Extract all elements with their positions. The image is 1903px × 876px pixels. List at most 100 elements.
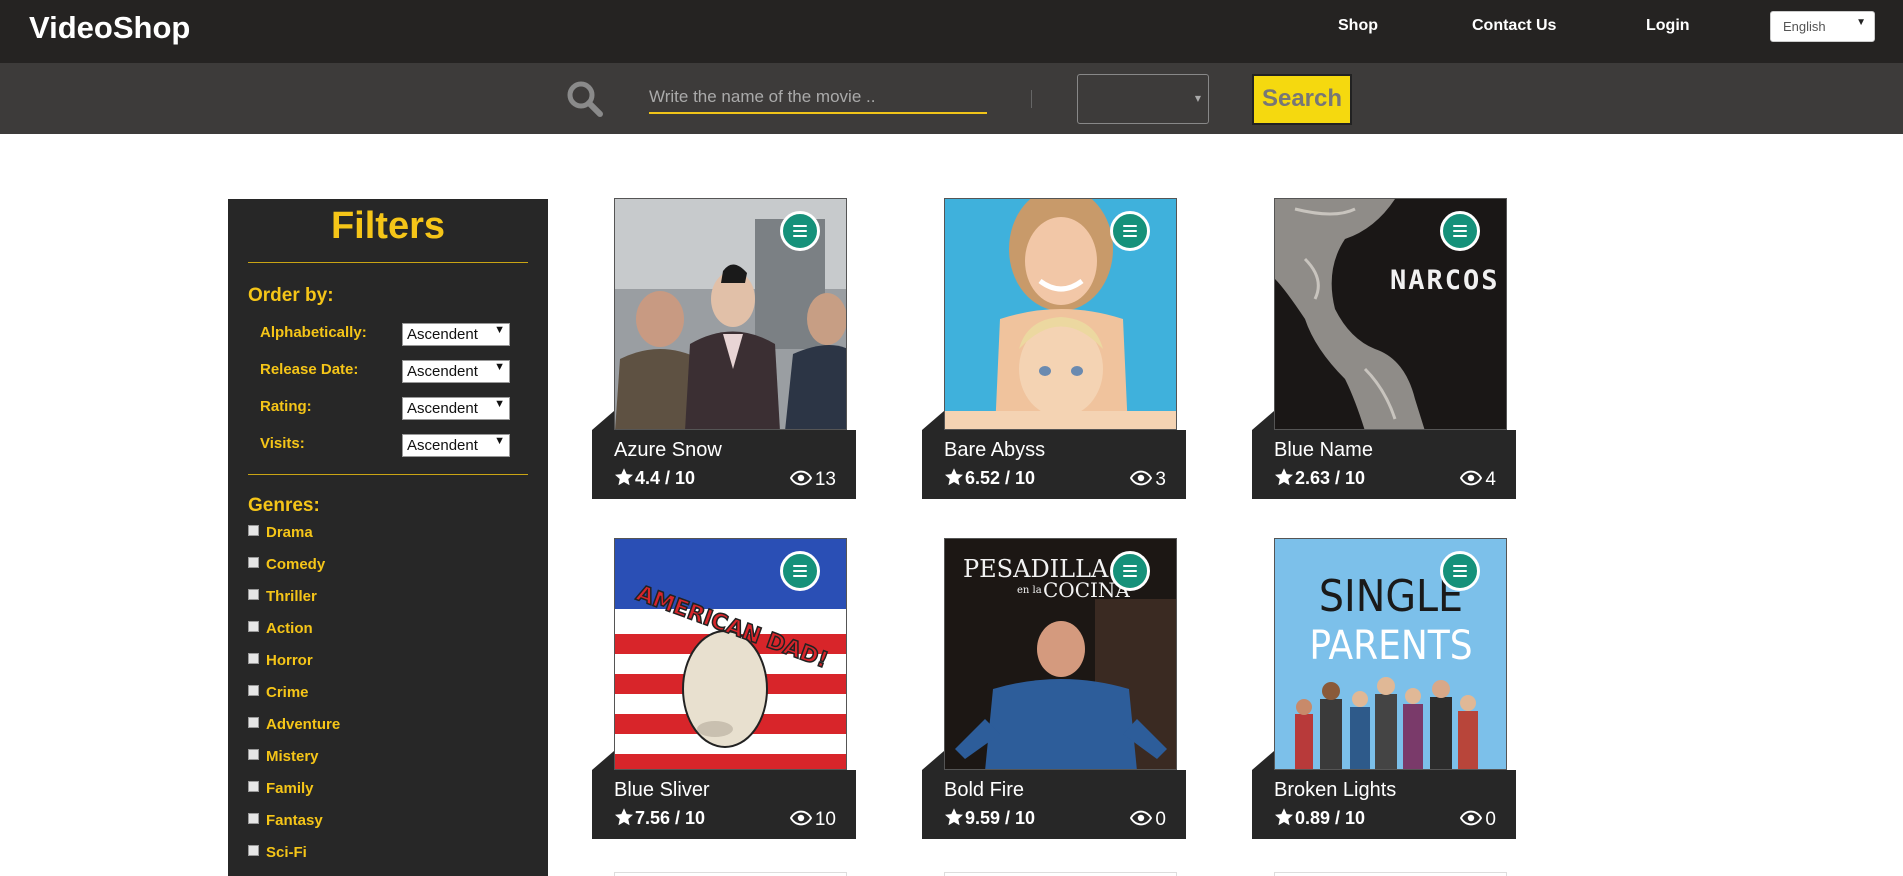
checkbox[interactable] bbox=[248, 813, 259, 824]
checkbox[interactable] bbox=[248, 685, 259, 696]
divider bbox=[248, 474, 528, 475]
movie-rating: 2.63 / 10 bbox=[1274, 467, 1365, 489]
star-icon bbox=[944, 467, 964, 487]
card-notch bbox=[592, 751, 614, 770]
genre-label: Crime bbox=[266, 684, 309, 701]
movie-title[interactable]: Blue Sliver bbox=[614, 779, 710, 802]
movie-title[interactable]: Azure Snow bbox=[614, 439, 722, 462]
eye-icon bbox=[1130, 810, 1152, 826]
order-select-value: Ascendent bbox=[407, 400, 478, 417]
movie-card[interactable]: SINGLE PARENTS Broken Lights 0.89 / 10 0 bbox=[1252, 538, 1516, 839]
views-count: 4 bbox=[1485, 469, 1496, 490]
caret-down-icon: ▼ bbox=[494, 324, 505, 336]
order-select-rating[interactable]: Ascendent ▼ bbox=[402, 397, 510, 420]
checkbox[interactable] bbox=[248, 557, 259, 568]
nav-shop[interactable]: Shop bbox=[1338, 17, 1378, 35]
movie-rating: 6.52 / 10 bbox=[944, 467, 1035, 489]
search-icon[interactable] bbox=[565, 79, 605, 119]
movie-poster[interactable] bbox=[614, 198, 847, 430]
movie-poster[interactable]: SINGLE PARENTS bbox=[1274, 538, 1507, 770]
eye-icon bbox=[1460, 470, 1482, 486]
divider bbox=[248, 262, 528, 263]
card-menu-button[interactable] bbox=[1440, 551, 1480, 591]
card-menu-button[interactable] bbox=[780, 211, 820, 251]
nav-contact-us[interactable]: Contact Us bbox=[1472, 17, 1556, 35]
genre-mistery[interactable]: Mistery bbox=[248, 748, 319, 765]
card-notch bbox=[592, 411, 614, 430]
nav-login[interactable]: Login bbox=[1646, 17, 1690, 35]
order-select-release-date[interactable]: Ascendent ▼ bbox=[402, 360, 510, 383]
card-menu-button[interactable] bbox=[1110, 551, 1150, 591]
genre-action[interactable]: Action bbox=[248, 620, 313, 637]
movie-card-partial bbox=[614, 872, 847, 876]
order-label-release-date: Release Date: bbox=[260, 361, 359, 378]
movie-card-partial bbox=[944, 872, 1177, 876]
language-select[interactable]: English ▼ bbox=[1770, 11, 1875, 42]
card-info: Bold Fire 9.59 / 10 0 bbox=[922, 770, 1186, 839]
checkbox[interactable] bbox=[248, 525, 259, 536]
card-menu-button[interactable] bbox=[1440, 211, 1480, 251]
caret-down-icon: ▼ bbox=[1856, 17, 1866, 28]
movie-card[interactable]: Bare Abyss 6.52 / 10 3 bbox=[922, 198, 1186, 499]
movie-title[interactable]: Bold Fire bbox=[944, 779, 1024, 802]
card-info: Blue Name 2.63 / 10 4 bbox=[1252, 430, 1516, 499]
genre-fantasy[interactable]: Fantasy bbox=[248, 812, 323, 829]
category-select[interactable]: ▼ bbox=[1077, 74, 1209, 124]
movie-poster[interactable]: PESADILLA en la COCINA bbox=[944, 538, 1177, 770]
movie-title[interactable]: Bare Abyss bbox=[944, 439, 1045, 462]
checkbox[interactable] bbox=[248, 845, 259, 856]
checkbox[interactable] bbox=[248, 717, 259, 728]
movie-poster[interactable]: AMERICAN DAD! bbox=[614, 538, 847, 770]
card-info: Azure Snow 4.4 / 10 13 bbox=[592, 430, 856, 499]
genre-label: Adventure bbox=[266, 716, 341, 733]
genre-thriller[interactable]: Thriller bbox=[248, 588, 317, 605]
movie-card[interactable]: NARCOS Blue Name 2.63 / 10 4 bbox=[1252, 198, 1516, 499]
genre-sci-fi[interactable]: Sci-Fi bbox=[248, 844, 307, 861]
movie-title[interactable]: Blue Name bbox=[1274, 439, 1373, 462]
movie-rating: 7.56 / 10 bbox=[614, 807, 705, 829]
top-navbar: VideoShop Shop Contact Us Login English … bbox=[0, 0, 1903, 63]
movie-poster[interactable]: NARCOS bbox=[1274, 198, 1507, 430]
genre-adventure[interactable]: Adventure bbox=[248, 716, 340, 733]
order-select-visits[interactable]: Ascendent ▼ bbox=[402, 434, 510, 457]
movie-card[interactable]: AMERICAN DAD! Blue Sliver 7.56 / 10 10 bbox=[592, 538, 856, 839]
caret-down-icon: ▼ bbox=[1194, 94, 1201, 103]
checkbox[interactable] bbox=[248, 781, 259, 792]
eye-icon bbox=[1130, 470, 1152, 486]
genre-drama[interactable]: Drama bbox=[248, 524, 313, 541]
card-menu-button[interactable] bbox=[780, 551, 820, 591]
brand-logo[interactable]: VideoShop bbox=[29, 10, 190, 46]
genre-family[interactable]: Family bbox=[248, 780, 314, 797]
views-count: 3 bbox=[1155, 469, 1166, 490]
checkbox[interactable] bbox=[248, 653, 259, 664]
search-divider bbox=[1031, 90, 1032, 108]
poster-text: PARENTS bbox=[1309, 623, 1472, 669]
movie-poster[interactable] bbox=[944, 198, 1177, 430]
order-select-value: Ascendent bbox=[407, 326, 478, 343]
movie-title[interactable]: Broken Lights bbox=[1274, 779, 1396, 802]
star-icon bbox=[614, 807, 634, 827]
card-notch bbox=[1252, 751, 1274, 770]
movie-card[interactable]: PESADILLA en la COCINA Bold Fire 9.59 / … bbox=[922, 538, 1186, 839]
genre-comedy[interactable]: Comedy bbox=[248, 556, 325, 573]
genre-label: Fantasy bbox=[266, 812, 323, 829]
genre-crime[interactable]: Crime bbox=[248, 684, 309, 701]
search-button[interactable]: Search bbox=[1252, 74, 1352, 125]
movie-card[interactable]: Azure Snow 4.4 / 10 13 bbox=[592, 198, 856, 499]
movie-views: 3 bbox=[1130, 469, 1166, 491]
order-by-title: Order by: bbox=[248, 285, 334, 306]
checkbox[interactable] bbox=[248, 621, 259, 632]
search-input[interactable] bbox=[649, 81, 987, 114]
card-notch bbox=[922, 411, 944, 430]
rating-value: 6.52 / 10 bbox=[965, 468, 1036, 488]
order-select-alphabetically[interactable]: Ascendent ▼ bbox=[402, 323, 510, 346]
movie-views: 4 bbox=[1460, 469, 1496, 491]
rating-value: 4.4 / 10 bbox=[635, 468, 696, 488]
genre-horror[interactable]: Horror bbox=[248, 652, 313, 669]
checkbox[interactable] bbox=[248, 749, 259, 760]
rating-value: 7.56 / 10 bbox=[635, 808, 706, 828]
card-menu-button[interactable] bbox=[1110, 211, 1150, 251]
views-count: 0 bbox=[1485, 809, 1496, 830]
checkbox[interactable] bbox=[248, 589, 259, 600]
rating-value: 2.63 / 10 bbox=[1295, 468, 1366, 488]
